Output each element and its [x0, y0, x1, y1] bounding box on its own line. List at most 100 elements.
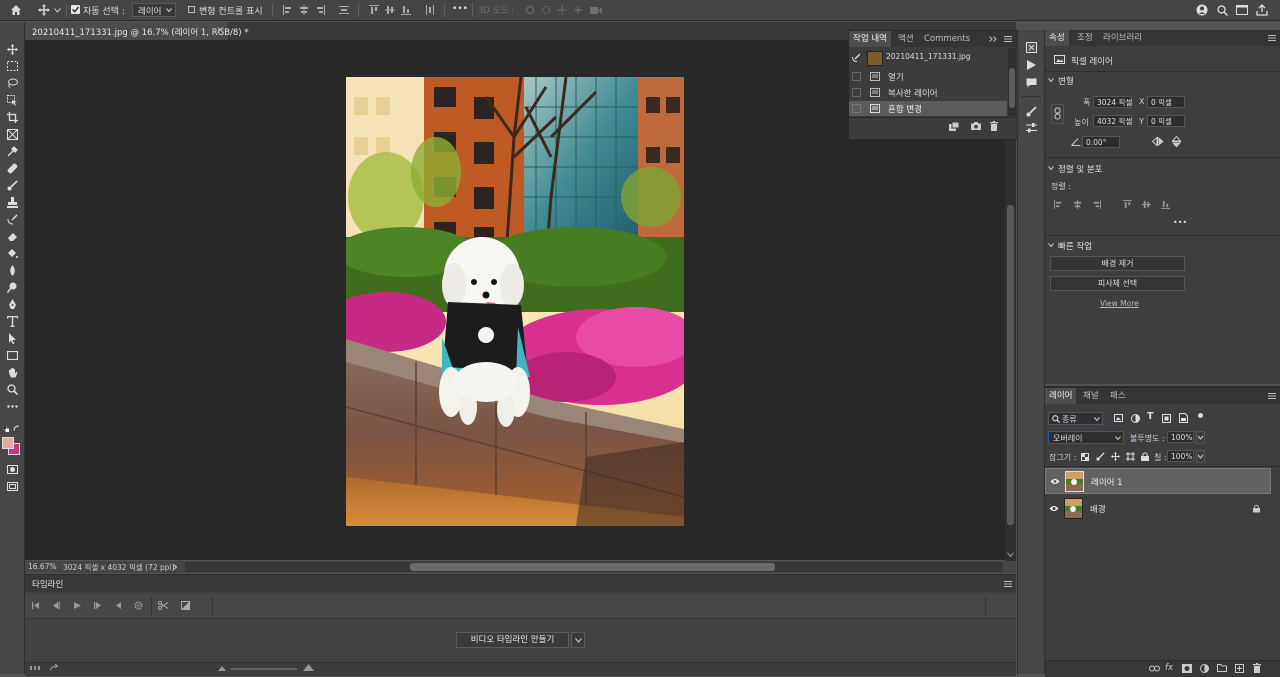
more-align-options-button[interactable]: •••: [1173, 218, 1187, 227]
align-right-icon[interactable]: [1092, 200, 1101, 209]
align-right-icon[interactable]: [312, 2, 328, 18]
timeline-zoom-slider[interactable]: [231, 668, 297, 670]
zoom-level[interactable]: 16.67%: [28, 562, 57, 571]
user-account-icon[interactable]: [1194, 2, 1210, 18]
document-info[interactable]: 3024 픽셀 x 4032 픽셀 (72 ppi): [63, 562, 175, 573]
document-image[interactable]: [346, 77, 684, 526]
history-source-checkbox[interactable]: [852, 72, 861, 81]
transition-icon[interactable]: [181, 601, 190, 610]
document-tab[interactable]: 20210411_171331.jpg @ 16.7% (레이어 1, RGB/…: [25, 22, 249, 40]
zoom-out-mountain-icon[interactable]: [218, 666, 226, 671]
quick-actions-section-header[interactable]: 빠른 작업: [1058, 240, 1092, 252]
width-field[interactable]: 3024 픽셀: [1093, 96, 1132, 108]
next-frame-icon[interactable]: [94, 602, 102, 609]
healing-brush-tool-icon[interactable]: [4, 161, 20, 175]
default-colors-icon[interactable]: [3, 426, 9, 432]
tab-comments[interactable]: Comments: [920, 31, 974, 47]
swap-colors-icon[interactable]: [13, 425, 20, 432]
layer-name[interactable]: 배경: [1090, 503, 1106, 515]
rectangle-tool-icon[interactable]: [4, 348, 20, 362]
history-brush-tool-icon[interactable]: [4, 212, 20, 226]
align-section-header[interactable]: 정렬 및 분포: [1058, 163, 1103, 175]
align-hcenter-icon[interactable]: [296, 2, 312, 18]
eraser-tool-icon[interactable]: [4, 229, 20, 243]
marquee-tool-icon[interactable]: [4, 59, 20, 73]
distribute-horizontal-icon[interactable]: [422, 2, 438, 18]
tab-layers[interactable]: 레이어: [1045, 388, 1077, 404]
fill-slider-button[interactable]: [1196, 450, 1205, 463]
pen-tool-icon[interactable]: [4, 297, 20, 311]
tab-properties[interactable]: 속성: [1045, 30, 1069, 46]
align-vcenter-icon[interactable]: [382, 2, 398, 18]
filter-pixel-icon[interactable]: [1114, 414, 1123, 422]
align-bottom-icon[interactable]: [398, 2, 414, 18]
tab-libraries[interactable]: 라이브러리: [1099, 30, 1146, 46]
align-left-icon[interactable]: [1054, 200, 1063, 209]
fill-field[interactable]: 100%: [1167, 450, 1194, 462]
lasso-tool-icon[interactable]: [4, 76, 20, 90]
first-frame-icon[interactable]: [32, 602, 40, 609]
history-brush-source-icon[interactable]: [852, 53, 861, 62]
auto-select-checkbox[interactable]: [71, 5, 80, 14]
angle-field[interactable]: 0.00°: [1082, 136, 1120, 148]
history-state[interactable]: 열기: [849, 69, 1007, 84]
object-selection-tool-icon[interactable]: [4, 93, 20, 107]
crop-tool-icon[interactable]: [4, 110, 20, 124]
select-subject-button[interactable]: 피사체 선택: [1050, 276, 1185, 291]
convert-frame-animation-icon[interactable]: [30, 666, 40, 670]
horizontal-scrollbar-thumb[interactable]: [410, 563, 775, 571]
layer-style-fx-icon[interactable]: fx: [1165, 663, 1173, 673]
add-mask-icon[interactable]: [1182, 664, 1192, 673]
panel-menu-icon[interactable]: [1004, 36, 1012, 42]
zoom-in-mountain-icon[interactable]: [303, 664, 314, 671]
flip-vertical-icon[interactable]: [1172, 136, 1181, 148]
vertical-scrollbar-thumb[interactable]: [1007, 205, 1014, 525]
layer-row[interactable]: 배경: [1045, 496, 1280, 522]
history-state-selected[interactable]: 혼합 변경: [849, 101, 1007, 116]
align-top-icon[interactable]: [1123, 200, 1132, 209]
screen-mode-icon[interactable]: [4, 479, 20, 493]
x-field[interactable]: 0 픽셀: [1147, 96, 1185, 108]
paint-bucket-tool-icon[interactable]: [4, 246, 20, 260]
filter-shape-icon[interactable]: [1162, 414, 1171, 423]
blur-tool-icon[interactable]: [4, 263, 20, 277]
history-source-checkbox[interactable]: [852, 88, 861, 97]
lock-all-icon[interactable]: [1141, 452, 1149, 461]
panel-menu-icon[interactable]: [1268, 393, 1276, 399]
opacity-slider-button[interactable]: [1196, 431, 1205, 444]
tab-adjustments[interactable]: 조정: [1073, 30, 1097, 46]
timeline-type-dropdown[interactable]: [571, 632, 585, 648]
panel-menu-icon[interactable]: [1268, 35, 1276, 41]
adjustments-sliders-icon[interactable]: [1026, 123, 1037, 133]
y-field[interactable]: 0 픽셀: [1147, 115, 1185, 127]
path-selection-tool-icon[interactable]: [4, 331, 20, 345]
transform-section-header[interactable]: 변형: [1058, 75, 1074, 87]
align-top-icon[interactable]: [366, 2, 382, 18]
link-layers-icon[interactable]: [1149, 665, 1160, 672]
adjustment-layer-icon[interactable]: [1200, 664, 1209, 673]
search-icon[interactable]: [1214, 2, 1230, 18]
panel-collapse-icon[interactable]: [989, 36, 997, 42]
blend-mode-dropdown[interactable]: 오버레이: [1048, 431, 1124, 444]
new-document-from-state-icon[interactable]: [949, 122, 959, 131]
frame-tool-icon[interactable]: [4, 127, 20, 141]
distribute-vertical-icon[interactable]: [336, 2, 352, 18]
lock-transparent-pixels-icon[interactable]: [1081, 453, 1089, 461]
align-left-icon[interactable]: [280, 2, 296, 18]
close-tab-icon[interactable]: ×: [216, 25, 224, 36]
delete-layer-trash-icon[interactable]: [1253, 663, 1261, 673]
more-options-button[interactable]: •••: [452, 4, 468, 14]
visibility-eye-icon[interactable]: [1050, 478, 1060, 485]
lock-position-icon[interactable]: [1111, 452, 1120, 461]
layer-name[interactable]: 레이어 1: [1091, 476, 1123, 488]
timeline-settings-gear-icon[interactable]: [134, 601, 143, 610]
section-collapse-chevron-icon[interactable]: [1048, 78, 1054, 82]
timeline-menu-icon[interactable]: [1004, 581, 1012, 587]
tab-channels[interactable]: 채널: [1079, 388, 1103, 404]
share-icon[interactable]: [1254, 2, 1270, 18]
height-field[interactable]: 4032 픽셀: [1093, 115, 1132, 127]
filter-toggle-icon[interactable]: [1198, 413, 1203, 418]
opacity-field[interactable]: 100%: [1167, 431, 1194, 443]
eyedropper-tool-icon[interactable]: [4, 144, 20, 158]
remove-background-button[interactable]: 배경 제거: [1050, 256, 1185, 271]
